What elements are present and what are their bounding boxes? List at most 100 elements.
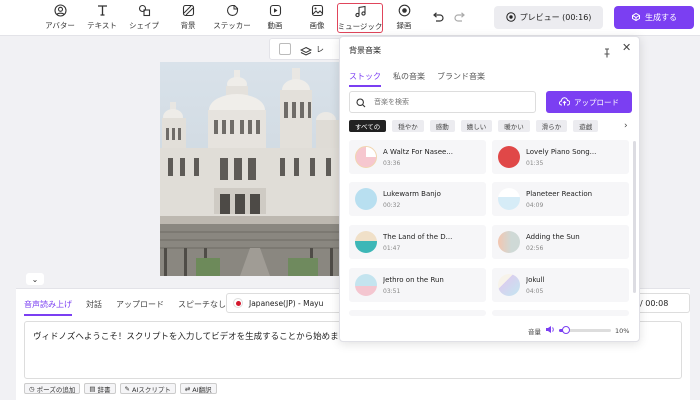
tool-label: ミュージック [337,22,383,31]
music-panel-title: 背景音楽 [349,46,381,55]
track-name: A Waltz For Nasee... [383,148,453,156]
volume-control: 音量 10% [528,325,629,336]
tool-label: 動画 [267,21,283,30]
filter-playful[interactable]: 遊戯 [573,120,599,132]
ai-script-icon: ✎ [124,384,130,393]
undo-icon[interactable] [431,10,445,24]
basilica-scene [160,62,340,276]
filter-all[interactable]: すべての [349,120,387,132]
mood-filters: すべての 穏やか 感動 嬉しい 暖かい 滑らか 遊戯 [349,120,599,132]
track-thumbnail [498,274,520,296]
track-duration: 03:51 [383,288,401,295]
dictionary-label: 辞書 [97,385,111,394]
track-name: Adding the Sun [526,233,580,241]
dictionary-icon: ▤ [89,384,96,393]
japan-flag-icon [233,298,243,308]
search-input[interactable] [374,98,524,106]
ai-script-button[interactable]: ✎ AIスクリプト [119,383,176,394]
preview-button[interactable]: プレビュー (00:16) [494,6,603,29]
dictionary-button[interactable]: ▤ 辞書 [84,383,116,394]
tool-image-button[interactable]: 画像 [295,3,339,33]
tool-text-button[interactable]: テキスト [80,3,124,33]
chevron-right-icon[interactable]: › [624,121,628,131]
ai-translate-button[interactable]: ⇄ AI翻訳 [179,383,217,394]
record-icon [397,3,412,18]
layer-icon[interactable] [299,43,313,62]
sticker-icon [225,3,240,18]
track-thumbnail [355,188,377,210]
tool-label: 画像 [309,21,325,30]
track-card[interactable]: Jethro on the Run 03:51 [349,268,486,302]
tool-avatar-button[interactable]: アバター [38,3,82,33]
tool-video-button[interactable]: 動画 [253,3,297,33]
upload-button[interactable]: アップロード [546,91,632,113]
track-card-partial [349,310,486,316]
track-name: Lovely Piano Song... [526,148,597,156]
collapse-panel-button[interactable]: ⌄ [26,273,44,285]
track-card[interactable]: Planeteer Reaction 04:09 [492,182,629,216]
track-duration: 01:47 [383,245,401,252]
filter-calm[interactable]: 穏やか [392,120,424,132]
tool-label: シェイプ [129,21,159,30]
tool-sticker-button[interactable]: ステッカー [210,3,254,33]
top-toolbar: アバター テキスト シェイプ 背景 ステッカー 動画 画像 ミュージック 録画 … [0,0,700,36]
generate-button[interactable]: 生成する [614,6,694,29]
translate-icon: ⇄ [184,384,191,393]
volume-slider[interactable] [559,326,611,334]
add-pause-label: ポーズの追加 [36,385,76,394]
tab-brand-music[interactable]: ブランド音楽 [437,71,485,87]
layer-label[interactable]: レ [316,44,324,55]
track-duration: 04:09 [526,202,544,209]
search-icon [356,93,366,112]
redo-icon[interactable] [453,10,467,24]
tab-stock[interactable]: ストック [349,71,381,87]
image-icon [310,3,325,18]
voice-name: Japanese(JP) - Mayu [249,298,324,308]
tool-label: 録画 [396,21,412,30]
track-thumbnail [498,188,520,210]
tab-dialogue[interactable]: 対話 [86,299,102,316]
music-search[interactable] [349,91,536,113]
music-icon [353,4,368,19]
pin-icon[interactable] [602,43,612,58]
track-card[interactable]: Jokull 04:05 [492,268,629,302]
music-tabs: ストック 私の音楽 ブランド音楽 [349,71,485,87]
ai-script-label: AIスクリプト [131,385,171,394]
tool-music-button[interactable]: ミュージック [337,3,383,33]
upload-label: アップロード [574,97,619,107]
filter-warm[interactable]: 暖かい [498,120,530,132]
chevron-down-icon: ⌄ [31,274,39,284]
video-preview[interactable] [160,62,340,276]
cloud-upload-icon [559,96,571,108]
filter-smooth[interactable]: 滑らか [535,120,568,132]
track-thumbnail [355,274,377,296]
music-panel: 背景音楽 ✕ ストック 私の音楽 ブランド音楽 アップロード すべての 穏やか … [339,36,640,342]
filter-moving[interactable]: 感動 [429,120,455,132]
filter-happy[interactable]: 嬉しい [460,120,493,132]
preview-label: プレビュー (00:16) [519,13,592,22]
tab-my-music[interactable]: 私の音楽 [393,71,425,87]
script-text: ヴィドノズへようこそ！スクリプトを入力してビデオを生成することから始めましょう。 [33,332,373,342]
track-card[interactable]: Adding the Sun 02:56 [492,225,629,259]
tool-label: テキスト [87,21,117,30]
shape-icon [137,3,152,18]
close-icon[interactable]: ✕ [622,42,631,53]
tab-upload[interactable]: アップロード [116,299,164,316]
track-card[interactable]: A Waltz For Nasee... 03:36 [349,140,486,174]
add-pause-button[interactable]: ◷ ポーズの追加 [24,383,81,394]
tool-label: ステッカー [213,21,251,30]
tool-background-button[interactable]: 背景 [166,3,210,33]
track-duration: 02:56 [526,245,544,252]
track-card[interactable]: Lovely Piano Song... 01:35 [492,140,629,174]
canvas-select-checkbox[interactable] [279,43,291,55]
track-card[interactable]: The Land of the D... 01:47 [349,225,486,259]
tab-no-speech[interactable]: スピーチなし [178,299,226,316]
track-card[interactable]: Lukewarm Banjo 00:32 [349,182,486,216]
tool-record-button[interactable]: 録画 [382,3,426,33]
tab-text-to-speech[interactable]: 音声読み上げ [24,299,72,316]
track-list-scrollbar[interactable] [633,141,636,293]
volume-knob[interactable] [562,326,571,334]
tool-shape-button[interactable]: シェイプ [122,3,166,33]
voice-select[interactable]: Japanese(JP) - Mayu [226,293,356,313]
speaker-icon[interactable] [545,325,555,336]
